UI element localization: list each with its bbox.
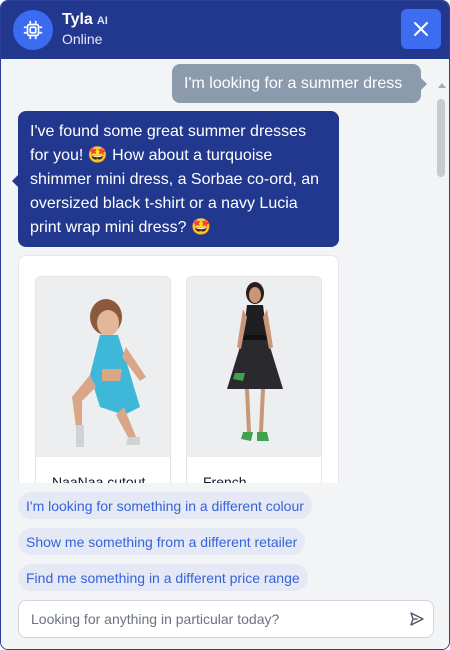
online-status: Online (62, 31, 103, 47)
chat-widget: Tyla AI Online I'm looking for a summer … (0, 0, 450, 650)
close-icon (414, 22, 428, 36)
chat-header: Tyla AI Online (1, 1, 449, 59)
product-card[interactable]: French (186, 276, 322, 483)
product-name: NaaNaa cutout (52, 474, 146, 483)
title-block: Tyla AI Online (62, 11, 108, 47)
product-carousel[interactable]: NaaNaa cutout French (18, 255, 339, 483)
ai-badge: AI (96, 15, 108, 27)
user-message: I'm looking for a summer dress (172, 64, 427, 103)
product-card[interactable]: NaaNaa cutout (35, 276, 171, 483)
product-image (36, 277, 170, 457)
suggestion-chip-retailer[interactable]: Show me something from a different retai… (18, 528, 306, 555)
message-composer (18, 600, 434, 638)
message-input[interactable] (19, 601, 399, 637)
chip-icon (13, 10, 53, 50)
suggestion-chip-price[interactable]: Find me something in a different price r… (18, 564, 308, 591)
send-button[interactable] (407, 609, 427, 629)
product-image (187, 277, 321, 457)
message-list[interactable]: I'm looking for a summer dress I've foun… (1, 59, 449, 483)
send-icon (410, 612, 424, 626)
scrollbar-thumb[interactable] (437, 99, 445, 177)
assistant-name: Tyla (62, 11, 93, 28)
scroll-up-arrow[interactable] (438, 83, 446, 88)
suggestions-panel: I'm looking for something in a different… (1, 483, 449, 649)
suggestion-chip-colour[interactable]: I'm looking for something in a different… (18, 492, 312, 519)
product-name: French (203, 474, 247, 483)
close-button[interactable] (401, 9, 441, 49)
bot-message: I've found some great summer dresses for… (12, 111, 339, 247)
